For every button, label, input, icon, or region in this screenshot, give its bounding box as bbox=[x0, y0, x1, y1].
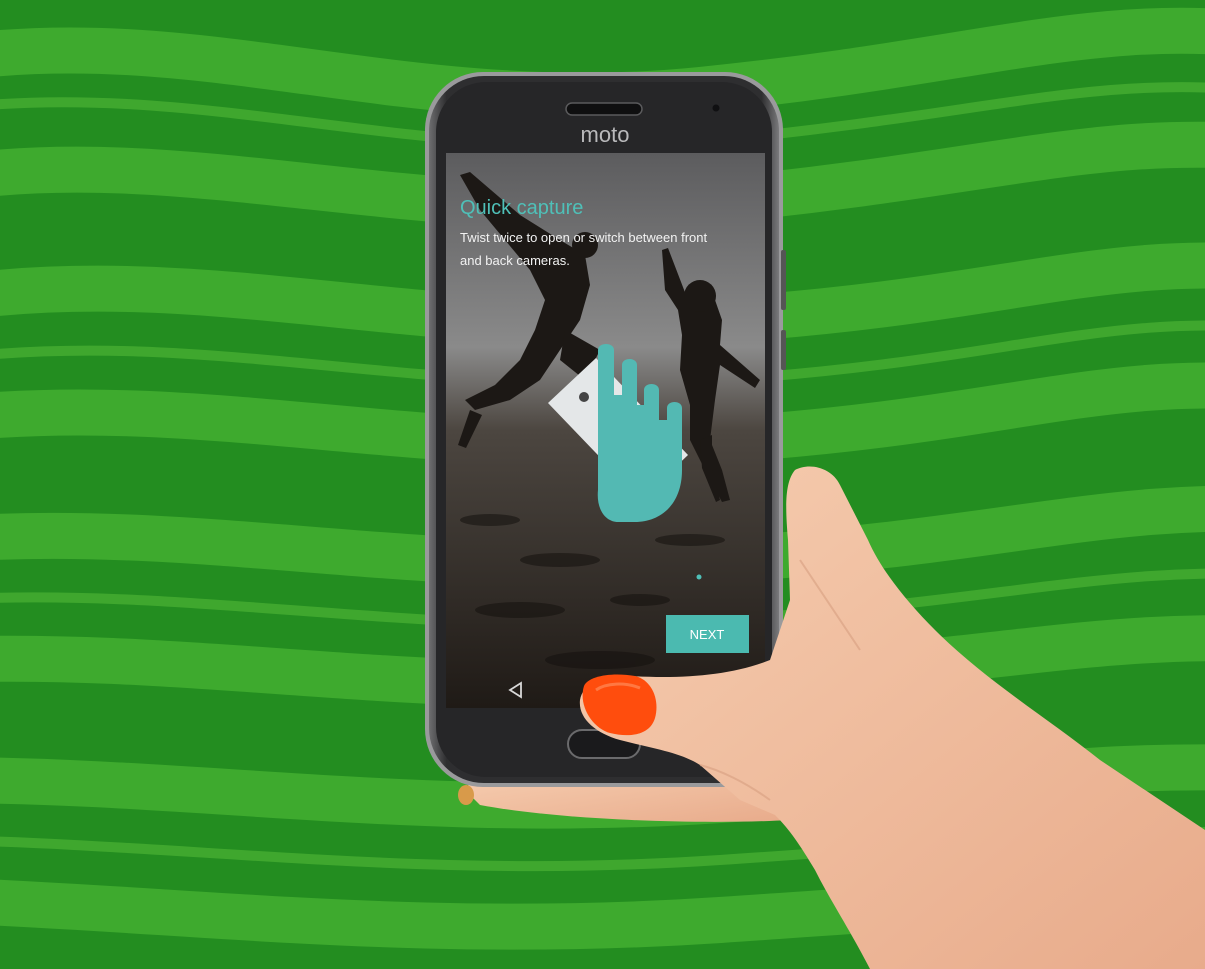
next-button-label: NEXT bbox=[690, 627, 725, 642]
screen-description-line1: Twist twice to open or switch between fr… bbox=[460, 230, 708, 245]
phone-screen: Quick capture Twist twice to open or swi… bbox=[446, 153, 765, 708]
speaker-grille bbox=[565, 102, 643, 116]
screen-title: Quick capture bbox=[460, 197, 583, 219]
front-camera bbox=[712, 104, 720, 112]
product-photo: moto Quick capture Twist twice to open o… bbox=[0, 0, 1205, 969]
brand-logo: moto bbox=[581, 122, 630, 147]
next-button[interactable]: NEXT bbox=[666, 615, 749, 653]
page-indicator-dot bbox=[696, 574, 702, 580]
screen-description-line2: and back cameras. bbox=[460, 253, 570, 268]
